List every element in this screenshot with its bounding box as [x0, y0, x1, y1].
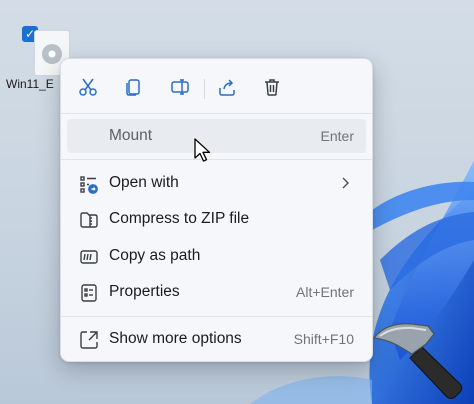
menu-item-copy-as-path[interactable]: Copy as path: [67, 239, 366, 273]
context-menu-toolbar: [61, 71, 372, 103]
open-with-icon: [80, 176, 98, 194]
menu-item-label: Properties: [109, 283, 180, 300]
rename-button[interactable]: [162, 71, 198, 103]
toolbar-separator: [204, 79, 205, 99]
mouse-pointer-icon: [194, 138, 211, 162]
menu-item-compress-zip[interactable]: Compress to ZIP file: [67, 202, 366, 236]
menu-item-label: Show more options: [109, 330, 242, 347]
copy-button[interactable]: [116, 71, 152, 103]
menu-item-label: Open with: [109, 174, 179, 191]
properties-icon: [81, 284, 97, 302]
menu-item-show-more-options[interactable]: Show more options Shift+F10: [67, 322, 366, 356]
zip-folder-icon: [80, 212, 98, 228]
menu-item-label: Copy as path: [109, 247, 201, 264]
menu-item-shortcut: Enter: [320, 128, 354, 144]
cut-button[interactable]: [70, 71, 106, 103]
hammer-logo-icon: [372, 323, 463, 399]
copy-path-icon: [80, 250, 98, 264]
cut-icon: [79, 78, 97, 96]
menu-item-shortcut: Alt+Enter: [296, 284, 354, 300]
share-button[interactable]: [209, 71, 245, 103]
copy-icon: [126, 79, 140, 96]
menu-item-mount[interactable]: Mount Enter: [67, 119, 366, 153]
delete-button[interactable]: [254, 71, 290, 103]
menu-item-properties[interactable]: Properties Alt+Enter: [67, 275, 366, 309]
show-more-options-icon: [80, 331, 98, 349]
menu-item-label: Mount: [109, 127, 153, 144]
rename-icon: [171, 79, 189, 95]
menu-divider: [61, 113, 372, 114]
menu-item-label: Compress to ZIP file: [109, 210, 250, 227]
menu-item-shortcut: Shift+F10: [293, 331, 354, 347]
menu-divider: [61, 316, 372, 317]
desktop-file-icon[interactable]: ✓ Win11_E: [6, 24, 70, 94]
delete-icon: [265, 79, 279, 96]
context-menu: Mount Enter Open with Compress to ZIP fi…: [60, 58, 373, 362]
share-icon: [219, 79, 235, 96]
menu-item-open-with[interactable]: Open with: [67, 166, 366, 200]
menu-divider: [61, 159, 372, 160]
disc-icon: [42, 44, 62, 64]
chevron-right-icon: [342, 177, 349, 189]
